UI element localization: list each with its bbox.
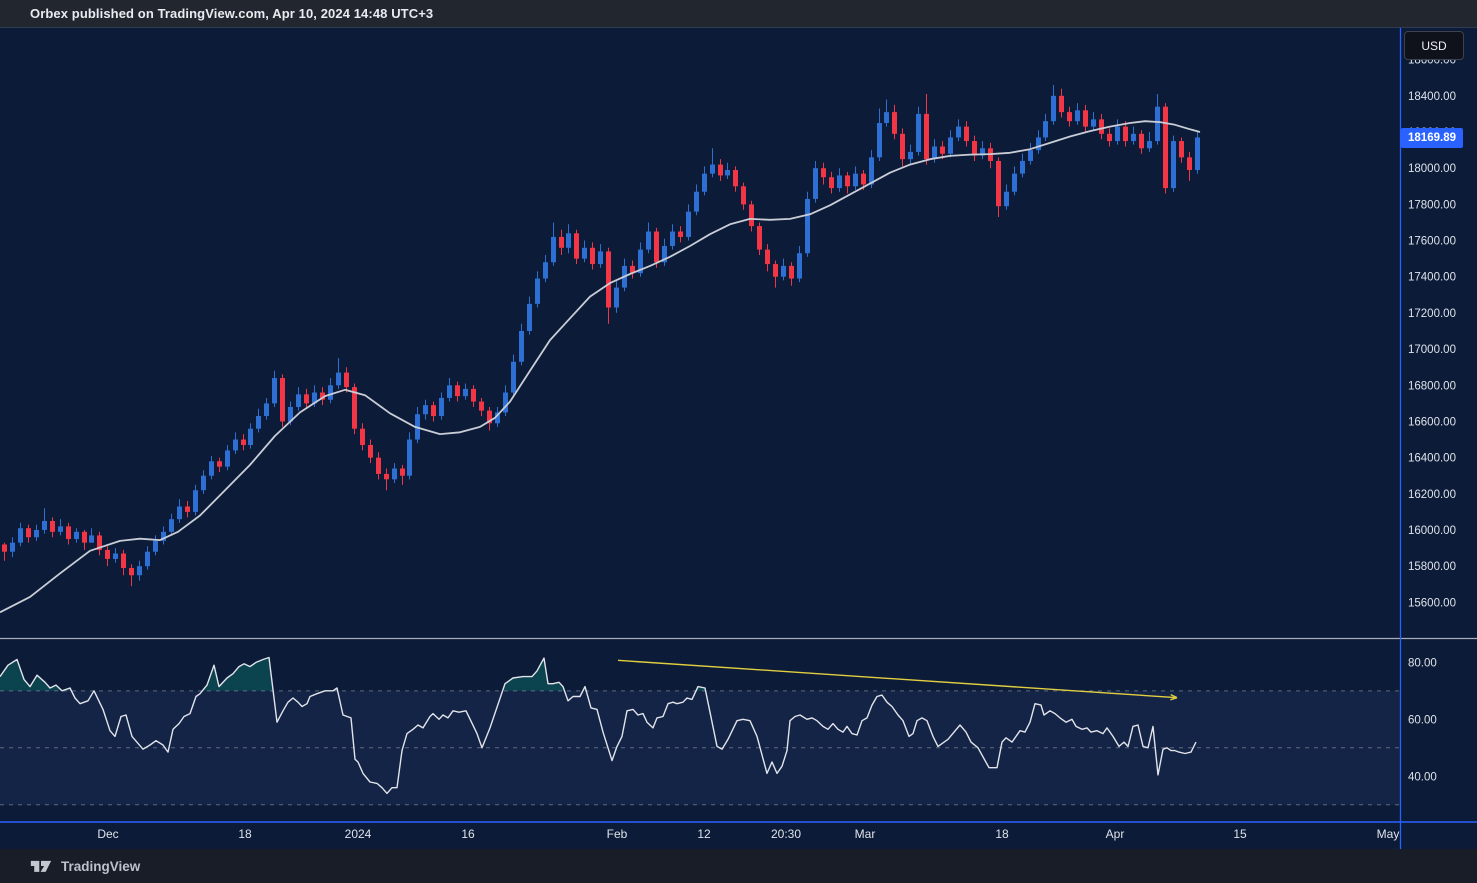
current-price-label: 18169.89 [1401,128,1463,148]
tradingview-chart-page: Orbex published on TradingView.com, Apr … [0,0,1477,883]
svg-text:2024: 2024 [345,827,372,841]
brand-text[interactable]: TradingView [61,859,140,874]
svg-text:Dec: Dec [97,827,118,841]
attribution-bar: Orbex published on TradingView.com, Apr … [0,0,1477,28]
svg-text:Apr: Apr [1106,827,1125,841]
svg-text:17600.00: 17600.00 [1408,236,1456,248]
svg-text:18: 18 [995,827,1009,841]
svg-text:Feb: Feb [607,827,628,841]
svg-text:17800.00: 17800.00 [1408,199,1456,211]
svg-text:15800.00: 15800.00 [1408,561,1456,573]
chart-canvas[interactable]: 15600.00 15800.00 16000.00 16200.00 16400.00… [0,28,1477,849]
footer-bar: TradingView [0,849,1477,883]
svg-text:18: 18 [238,827,252,841]
svg-text:12: 12 [697,827,711,841]
svg-text:60.00: 60.00 [1408,714,1437,726]
tradingview-logo-icon[interactable] [30,858,52,874]
svg-text:40.00: 40.00 [1408,771,1437,783]
svg-text:16000.00: 16000.00 [1408,525,1456,537]
svg-text:16600.00: 16600.00 [1408,416,1456,428]
svg-text:17400.00: 17400.00 [1408,272,1456,284]
attribution-text: Orbex published on TradingView.com, Apr … [30,6,433,21]
svg-text:18000.00: 18000.00 [1408,163,1456,175]
svg-text:16800.00: 16800.00 [1408,380,1456,392]
svg-text:Mar: Mar [855,827,876,841]
svg-text:17000.00: 17000.00 [1408,344,1456,356]
svg-text:16200.00: 16200.00 [1408,489,1456,501]
svg-text:15: 15 [1233,827,1247,841]
svg-text:15600.00: 15600.00 [1408,597,1456,609]
currency-button[interactable]: USD [1404,31,1464,60]
svg-text:16400.00: 16400.00 [1408,453,1456,465]
svg-text:17200.00: 17200.00 [1408,308,1456,320]
svg-text:80.00: 80.00 [1408,657,1437,669]
svg-text:20:30: 20:30 [771,827,801,841]
svg-text:May: May [1377,827,1400,841]
svg-text:18400.00: 18400.00 [1408,91,1456,103]
svg-text:16: 16 [461,827,475,841]
